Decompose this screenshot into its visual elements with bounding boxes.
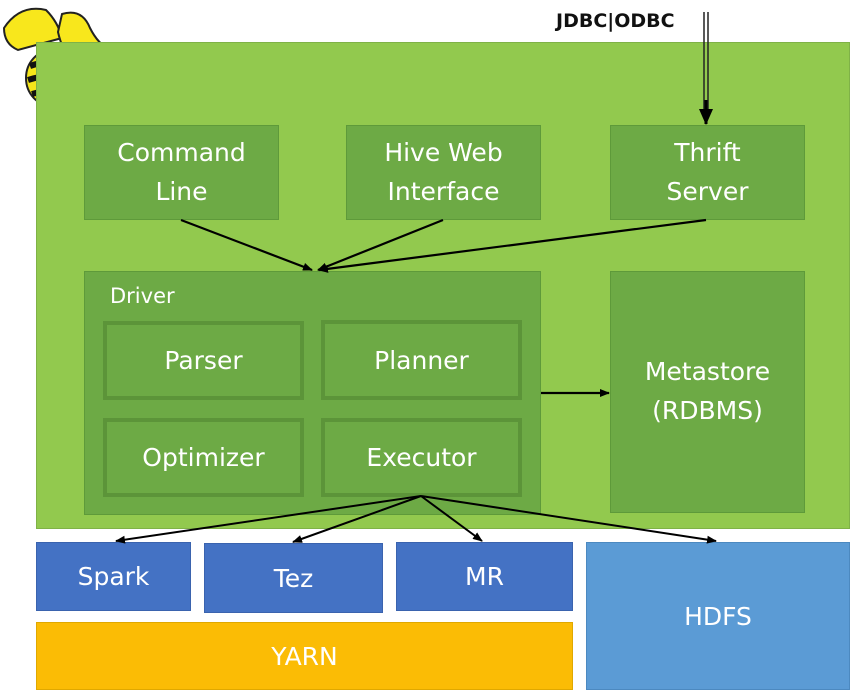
command-line-label-1: Command	[117, 137, 246, 167]
hdfs-label: HDFS	[684, 601, 752, 631]
jdbc-odbc-label: JDBC|ODBC	[556, 10, 675, 32]
spark-box[interactable]: Spark	[36, 542, 191, 611]
executor-box[interactable]: Executor	[321, 418, 522, 497]
spark-label: Spark	[77, 562, 150, 591]
tez-box[interactable]: Tez	[204, 543, 383, 613]
hive-web-interface-box[interactable]: Hive Web Interface	[346, 125, 541, 220]
optimizer-label: Optimizer	[142, 443, 265, 472]
metastore-box[interactable]: Metastore (RDBMS)	[610, 271, 805, 513]
planner-label: Planner	[374, 345, 469, 375]
command-line-label-2: Line	[155, 176, 208, 206]
mr-label: MR	[465, 562, 504, 591]
parser-box[interactable]: Parser	[103, 321, 304, 400]
parser-label: Parser	[164, 346, 243, 375]
command-line-box[interactable]: Command Line	[84, 125, 279, 220]
thrift-server-box[interactable]: Thrift Server	[610, 125, 805, 220]
metastore-label-1: Metastore	[644, 357, 771, 387]
planner-box[interactable]: Planner	[321, 320, 522, 400]
metastore-label-2: (RDBMS)	[652, 396, 763, 425]
yarn-label: YARN	[271, 641, 338, 671]
optimizer-box[interactable]: Optimizer	[103, 418, 304, 497]
executor-label: Executor	[366, 443, 477, 472]
hdfs-box[interactable]: HDFS	[586, 542, 850, 690]
mr-box[interactable]: MR	[396, 542, 573, 611]
yarn-box[interactable]: YARN	[36, 622, 573, 690]
hive-web-interface-label-2: Interface	[387, 176, 500, 206]
hive-web-interface-label-1: Hive Web	[384, 137, 503, 167]
tez-label: Tez	[273, 563, 314, 593]
driver-label: Driver	[110, 284, 175, 308]
thrift-server-label-1: Thrift	[674, 137, 741, 167]
thrift-server-label-2: Server	[666, 176, 749, 206]
